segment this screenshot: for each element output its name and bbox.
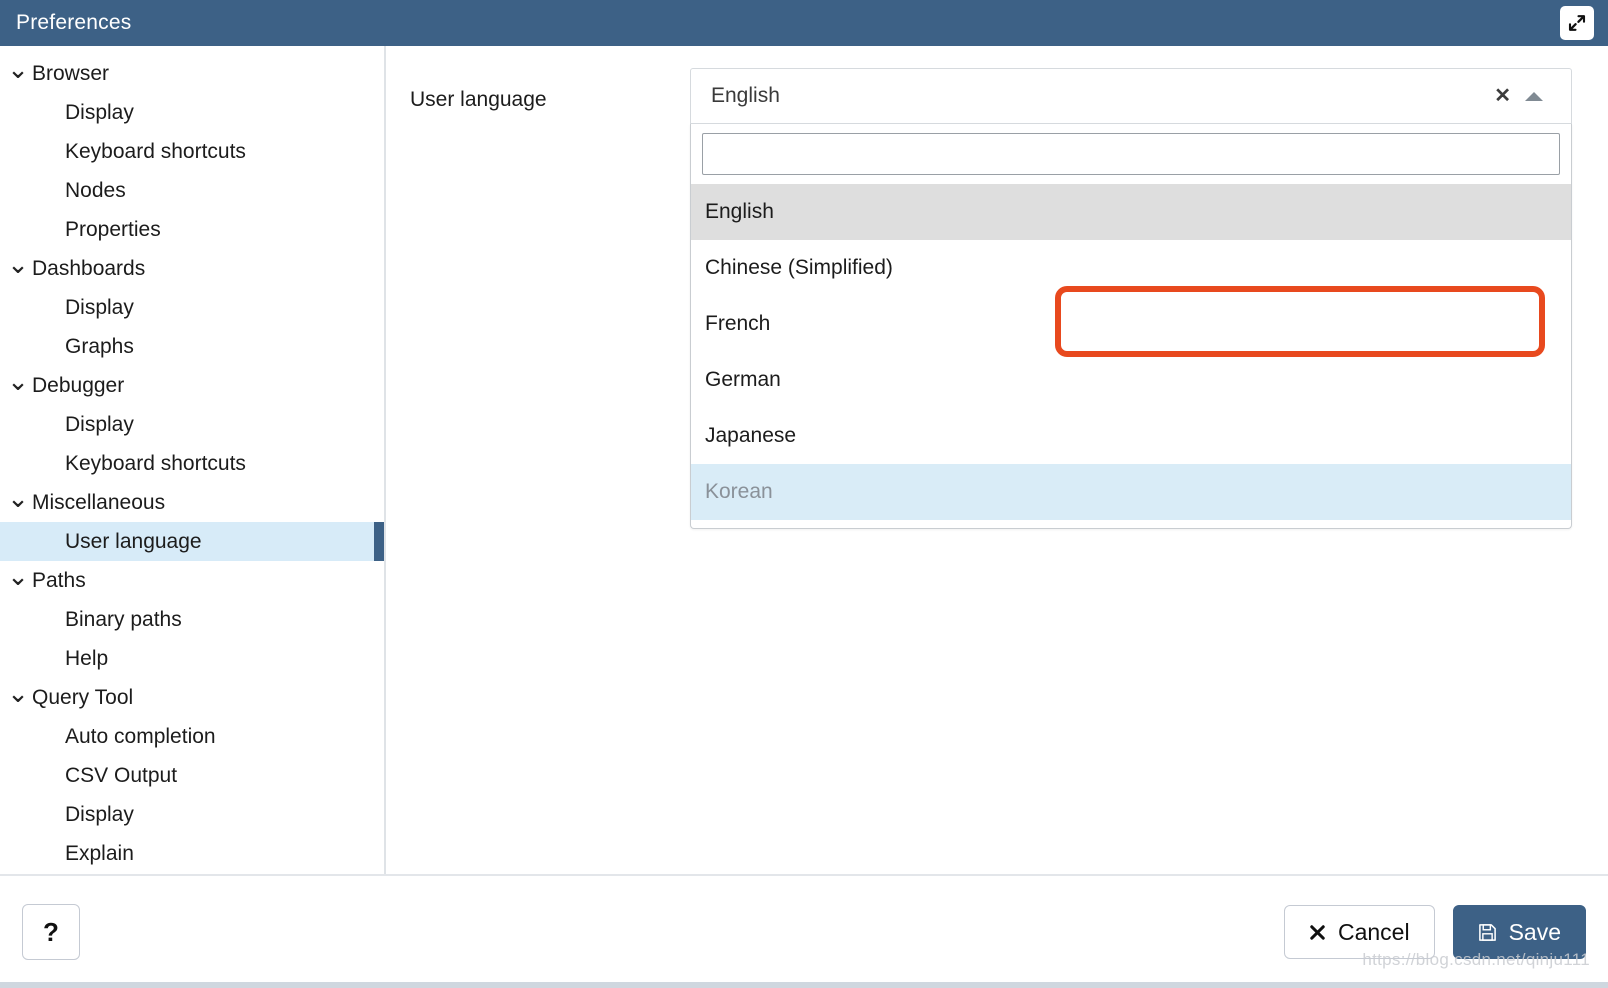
sidebar-item-label: Debugger — [32, 373, 125, 397]
save-button-label: Save — [1508, 918, 1561, 945]
sidebar-item-label: Explain — [65, 841, 134, 865]
dropdown-search-box[interactable] — [702, 133, 1560, 175]
dropdown-option-french[interactable]: French — [691, 296, 1571, 352]
dialog-content: ⌄ Browser Display Keyboard shortcuts Nodes Pr… — [0, 46, 1608, 874]
floppy-disk-icon — [1478, 923, 1497, 942]
sidebar-item-label: Browser — [32, 61, 110, 85]
sidebar-item-keyboard-shortcuts[interactable]: Keyboard shortcuts — [0, 444, 384, 483]
sidebar-item-label: Display — [65, 412, 134, 436]
sidebar-item-dashboards[interactable]: ⌄ Dashboards — [0, 249, 384, 288]
chevron-down-icon[interactable]: ⌄ — [6, 485, 30, 511]
question-mark-icon: ? — [43, 916, 59, 947]
sidebar-item-label: Help — [65, 646, 109, 670]
preferences-main-panel: User language English ✕ English Chinese (… — [386, 46, 1608, 874]
close-icon — [1309, 924, 1326, 941]
sidebar-item-browser[interactable]: ⌄ Browser — [0, 54, 384, 93]
dropdown-option-japanese[interactable]: Japanese — [691, 408, 1571, 464]
sidebar-item-query-tool[interactable]: ⌄ Query Tool — [0, 678, 384, 717]
sidebar-item-label: Keyboard shortcuts — [65, 139, 246, 163]
sidebar-item-label: Paths — [32, 568, 86, 592]
sidebar-item-keyboard-shortcuts[interactable]: Keyboard shortcuts — [0, 132, 384, 171]
sidebar-item-explain[interactable]: Explain — [0, 834, 384, 873]
sidebar-item-label: Display — [65, 295, 134, 319]
user-language-field-row: User language English ✕ English Chinese (… — [386, 68, 1608, 529]
sidebar-item-auto-completion[interactable]: Auto completion — [0, 717, 384, 756]
sidebar-item-binary-paths[interactable]: Binary paths — [0, 600, 384, 639]
chevron-down-icon[interactable]: ⌄ — [6, 56, 30, 82]
user-language-label: User language — [410, 88, 547, 111]
sidebar-item-debugger[interactable]: ⌄ Debugger — [0, 366, 384, 405]
chevron-down-icon[interactable]: ⌄ — [6, 563, 30, 589]
dropdown-search-input[interactable] — [703, 134, 1559, 174]
sidebar-item-display[interactable]: Display — [0, 93, 384, 132]
sidebar-item-label: CSV Output — [65, 763, 178, 787]
user-language-dropdown: English Chinese (Simplified) French German J… — [690, 124, 1572, 529]
user-language-select-wrapper: English ✕ English Chinese (Simplified) Fre… — [690, 68, 1572, 529]
dropdown-option-english[interactable]: English — [691, 184, 1571, 240]
user-language-select-value: English — [711, 84, 780, 107]
dropdown-option-list[interactable]: English Chinese (Simplified) French German J… — [691, 184, 1571, 520]
dropdown-option-german[interactable]: German — [691, 352, 1571, 408]
sidebar-item-display[interactable]: Display — [0, 795, 384, 834]
chevron-down-icon[interactable]: ⌄ — [6, 680, 30, 706]
dropdown-option-label: French — [705, 312, 771, 335]
dropdown-option-label: Korean — [705, 480, 773, 503]
footer-actions: Cancel Save — [1283, 905, 1586, 959]
chevron-down-icon[interactable]: ⌄ — [6, 368, 30, 394]
sidebar-item-label: Keyboard shortcuts — [65, 451, 246, 475]
sidebar-item-user-language[interactable]: User language — [0, 522, 384, 561]
sidebar-item-display[interactable]: Display — [0, 405, 384, 444]
sidebar-item-display[interactable]: Display — [0, 288, 384, 327]
sidebar-item-csv-output[interactable]: CSV Output — [0, 756, 384, 795]
sidebar-item-paths[interactable]: ⌄ Paths — [0, 561, 384, 600]
chevron-down-icon[interactable]: ⌄ — [6, 251, 30, 277]
sidebar-item-label: Graphs — [65, 334, 134, 358]
dropdown-option-korean[interactable]: Korean — [691, 464, 1571, 520]
sidebar-item-miscellaneous[interactable]: ⌄ Miscellaneous — [0, 483, 384, 522]
sidebar-item-label: Display — [65, 802, 134, 826]
cancel-button[interactable]: Cancel — [1283, 905, 1435, 959]
dropdown-option-label: English — [705, 200, 774, 223]
sidebar-item-nodes[interactable]: Nodes — [0, 171, 384, 210]
sidebar-item-label: Query Tool — [32, 685, 134, 709]
sidebar-item-label: Dashboards — [32, 256, 146, 280]
sidebar-item-properties[interactable]: Properties — [0, 210, 384, 249]
sidebar-item-label: Properties — [65, 217, 161, 241]
expand-arrows-icon[interactable] — [1560, 6, 1594, 40]
dropdown-option-label: German — [705, 368, 781, 391]
dropdown-option-label: Chinese (Simplified) — [705, 256, 893, 279]
caret-up-icon[interactable] — [1525, 91, 1543, 101]
user-language-select[interactable]: English ✕ — [690, 68, 1572, 124]
cancel-button-label: Cancel — [1337, 918, 1410, 945]
help-button[interactable]: ? — [22, 904, 80, 960]
sidebar-item-label: Display — [65, 100, 134, 124]
dialog-footer: ? Cancel Save — [0, 874, 1608, 988]
sidebar-item-label: User language — [65, 529, 202, 553]
bottom-strip — [0, 982, 1608, 988]
save-button[interactable]: Save — [1452, 905, 1586, 959]
dropdown-option-label: Japanese — [705, 424, 797, 447]
preferences-tree[interactable]: ⌄ Browser Display Keyboard shortcuts Nodes Pr… — [0, 46, 386, 874]
sidebar-item-label: Nodes — [65, 178, 126, 202]
sidebar-item-label: Auto completion — [65, 724, 216, 748]
dialog-titlebar: Preferences — [0, 0, 1608, 46]
dialog-title: Preferences — [16, 11, 132, 34]
dropdown-option-chinese-simplified-[interactable]: Chinese (Simplified) — [691, 240, 1571, 296]
sidebar-item-label: Miscellaneous — [32, 490, 166, 514]
preferences-dialog: Preferences ⌄ Browser Display Keyboard shor… — [0, 0, 1608, 988]
sidebar-item-help[interactable]: Help — [0, 639, 384, 678]
sidebar-item-graphs[interactable]: Graphs — [0, 327, 384, 366]
close-icon[interactable]: ✕ — [1480, 86, 1525, 106]
sidebar-item-label: Binary paths — [65, 607, 182, 631]
